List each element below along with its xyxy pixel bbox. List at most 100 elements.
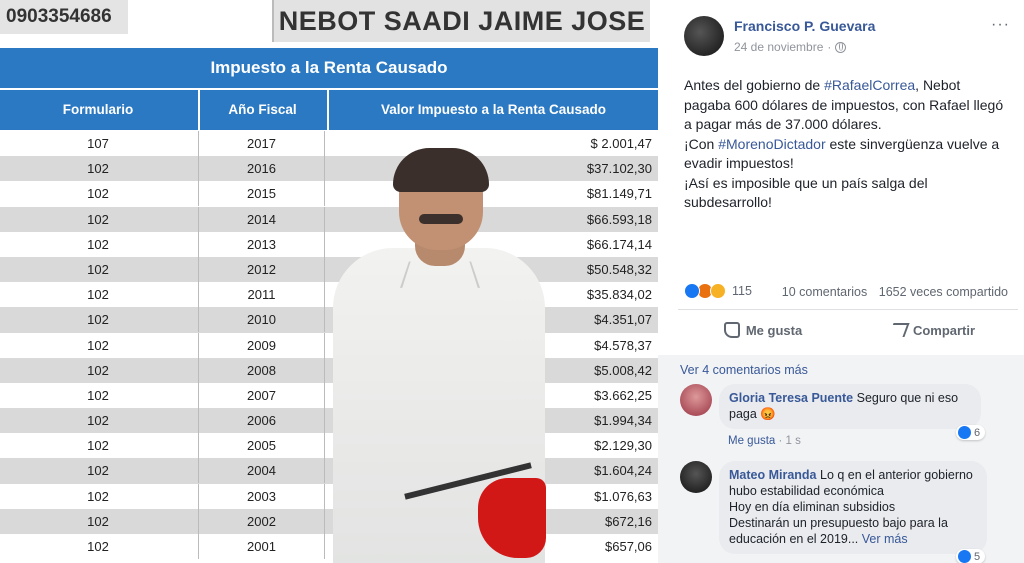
- post-date[interactable]: 24 de noviembre: [734, 40, 823, 54]
- post-meta: 24 de noviembre ·: [734, 40, 847, 54]
- table-row: 102 2013 $66.174,14: [0, 231, 658, 257]
- year-cell: 2005: [198, 433, 325, 459]
- form-cell: 102: [87, 161, 109, 177]
- table-row: 102 2015 $81.149,71: [0, 181, 658, 207]
- column-header: Formulario: [62, 102, 134, 117]
- year-cell: 2017: [198, 131, 325, 156]
- comment: Mateo Miranda Lo q en el anterior gobier…: [680, 461, 987, 554]
- year-cell: 2008: [198, 357, 325, 383]
- comments-section: Ver 4 comentarios más Gloria Teresa Puen…: [658, 355, 1024, 563]
- form-cell: 102: [87, 413, 109, 429]
- form-cell: 102: [87, 362, 109, 378]
- form-cell: 102: [87, 186, 109, 202]
- comment-bubble: Gloria Teresa Puente Seguro que ni eso p…: [719, 384, 981, 429]
- year-cell: 2001: [198, 534, 325, 559]
- comment-bubble: Mateo Miranda Lo q en el anterior gobier…: [719, 461, 987, 554]
- post-image[interactable]: 0903354686 NEBOT SAADI JAIME JOSE Impues…: [0, 0, 658, 563]
- commenter-name[interactable]: Gloria Teresa Puente: [729, 391, 853, 405]
- comment-like-count[interactable]: 5: [956, 549, 986, 563]
- reaction-count: 115: [732, 284, 752, 298]
- form-cell: 102: [87, 236, 109, 252]
- like-reaction-icon: [684, 283, 700, 299]
- table-header: Formulario Año Fiscal Valor Impuesto a l…: [0, 90, 658, 130]
- reactions-summary[interactable]: 115: [684, 283, 752, 299]
- table-row: 102 2005 $2.129,30: [0, 433, 658, 459]
- form-cell: 102: [87, 387, 109, 403]
- table-row: 102 2009 $4.578,37: [0, 332, 658, 358]
- more-options-icon[interactable]: ···: [991, 16, 1010, 34]
- table-title: Impuesto a la Renta Causado: [0, 48, 658, 88]
- comment: Gloria Teresa Puente Seguro que ni eso p…: [680, 384, 981, 429]
- like-icon: [958, 426, 971, 439]
- comment-text: Hoy en día eliminan subsidios: [729, 500, 896, 514]
- comment-like-count[interactable]: 6: [956, 425, 986, 440]
- share-button[interactable]: Compartir: [848, 314, 1018, 346]
- share-arrow-icon: [888, 323, 910, 337]
- form-cell: 102: [87, 488, 109, 504]
- post-actions: Me gusta Compartir: [678, 314, 1018, 346]
- wow-reaction-icon: [710, 283, 726, 299]
- table-row: 102 2016 $37.102,30: [0, 156, 658, 182]
- form-cell: 102: [87, 513, 109, 529]
- year-cell: 2011: [198, 282, 325, 308]
- table-row: 102 2011 $35.834,02: [0, 282, 658, 308]
- table-row: 102 2001 $657,06: [0, 534, 658, 560]
- shares-count[interactable]: 1652 veces compartido: [879, 285, 1008, 299]
- table-row: 107 2017 $ 2.001,47: [0, 131, 658, 157]
- see-more-comments-link[interactable]: Ver 4 comentarios más: [680, 363, 808, 377]
- post-panel: Francisco P. Guevara 24 de noviembre · ·…: [658, 0, 1024, 563]
- form-cell: 102: [87, 312, 109, 328]
- post-text: Antes del gobierno de #RafaelCorrea, Neb…: [684, 77, 1004, 210]
- form-cell: 102: [87, 337, 109, 353]
- hashtag-link[interactable]: #MorenoDictador: [718, 136, 825, 152]
- table-body: 107 2017 $ 2.001,47 102 2016 $37.102,30 102 201…: [0, 131, 658, 560]
- comment-like-link[interactable]: Me gusta: [728, 435, 775, 447]
- commenter-name[interactable]: Mateo Miranda: [729, 468, 817, 482]
- post-stats: 10 comentarios 1652 veces compartido: [774, 285, 1008, 299]
- year-cell: 2004: [198, 458, 325, 484]
- table-row: 102 2014 $66.593,18: [0, 206, 658, 232]
- form-cell: 102: [87, 211, 109, 227]
- commenter-avatar[interactable]: [680, 461, 712, 493]
- form-cell: 102: [87, 539, 109, 554]
- year-cell: 2016: [198, 156, 325, 182]
- year-cell: 2010: [198, 307, 325, 333]
- form-cell: 102: [87, 438, 109, 454]
- comment-footer: Me gusta · 1 s: [728, 435, 801, 447]
- table-row: 102 2002 $672,16: [0, 508, 658, 534]
- year-cell: 2014: [198, 206, 325, 232]
- table-row: 102 2006 $1.994,34: [0, 408, 658, 434]
- id-number: 0903354686: [0, 0, 128, 34]
- table-row: 102 2008 $5.008,42: [0, 357, 658, 383]
- year-cell: 2009: [198, 332, 325, 358]
- column-header: Año Fiscal: [198, 90, 325, 130]
- table-row: 102 2007 $3.662,25: [0, 382, 658, 409]
- hashtag-link[interactable]: #RafaelCorrea: [824, 77, 915, 93]
- year-cell: 2015: [198, 181, 325, 207]
- year-cell: 2006: [198, 408, 325, 434]
- comment-time[interactable]: 1 s: [786, 435, 801, 447]
- person-name: NEBOT SAADI JAIME JOSE: [272, 0, 650, 42]
- comment-text: Destinarán un presupuesto bajo para la e…: [729, 516, 948, 546]
- table-row: 102 2012 $50.548,32: [0, 256, 658, 283]
- form-cell: 102: [87, 261, 109, 277]
- form-cell: 102: [87, 463, 109, 479]
- form-cell: 107: [87, 136, 109, 151]
- globe-icon: [835, 41, 847, 53]
- table-row: 102 2003 $1.076,63: [0, 483, 658, 509]
- form-cell: 102: [87, 287, 109, 303]
- year-cell: 2003: [198, 483, 325, 509]
- column-header: Valor Impuesto a la Renta Causado: [327, 90, 658, 130]
- author-name[interactable]: Francisco P. Guevara: [734, 18, 875, 34]
- table-row: 102 2004 $1.604,24: [0, 458, 658, 484]
- table-row: 102 2010 $4.351,07: [0, 307, 658, 333]
- divider: [678, 309, 1018, 310]
- comments-count[interactable]: 10 comentarios: [782, 285, 867, 299]
- thumbs-up-icon: [723, 322, 740, 338]
- commenter-avatar[interactable]: [680, 384, 712, 416]
- year-cell: 2012: [198, 256, 325, 282]
- author-avatar[interactable]: [684, 16, 724, 56]
- see-more-link[interactable]: Ver más: [862, 532, 908, 546]
- like-button[interactable]: Me gusta: [678, 314, 848, 346]
- year-cell: 2013: [198, 231, 325, 257]
